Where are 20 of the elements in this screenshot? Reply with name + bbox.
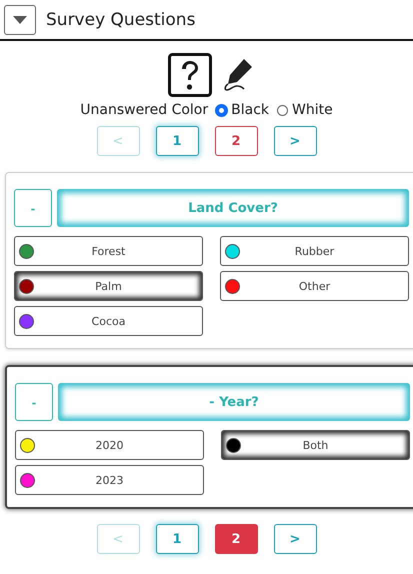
- answer-option[interactable]: Other: [220, 271, 409, 301]
- pen-icon[interactable]: [222, 58, 254, 92]
- answer-option[interactable]: 2023: [15, 465, 204, 495]
- dropdown-button[interactable]: [4, 4, 36, 34]
- caret-down-icon: [13, 16, 27, 24]
- answer-option[interactable]: Palm: [14, 271, 203, 301]
- page-button[interactable]: 2: [214, 126, 258, 156]
- color-radio[interactable]: White: [277, 102, 333, 118]
- question-title: Land Cover?: [57, 189, 409, 227]
- answer-option[interactable]: 2020: [15, 430, 204, 460]
- answer-option[interactable]: Cocoa: [14, 306, 203, 336]
- answer-option[interactable]: Forest: [14, 236, 203, 266]
- help-icon[interactable]: [168, 53, 212, 97]
- unanswered-color-label: Unanswered Color: [80, 102, 208, 118]
- color-radio[interactable]: Black: [216, 102, 270, 118]
- question-title: - Year?: [58, 383, 410, 421]
- answer-option[interactable]: Rubber: [220, 236, 409, 266]
- page-button[interactable]: 2: [214, 524, 258, 554]
- panel-title: Survey Questions: [46, 10, 196, 30]
- answer-option[interactable]: Both: [221, 430, 410, 460]
